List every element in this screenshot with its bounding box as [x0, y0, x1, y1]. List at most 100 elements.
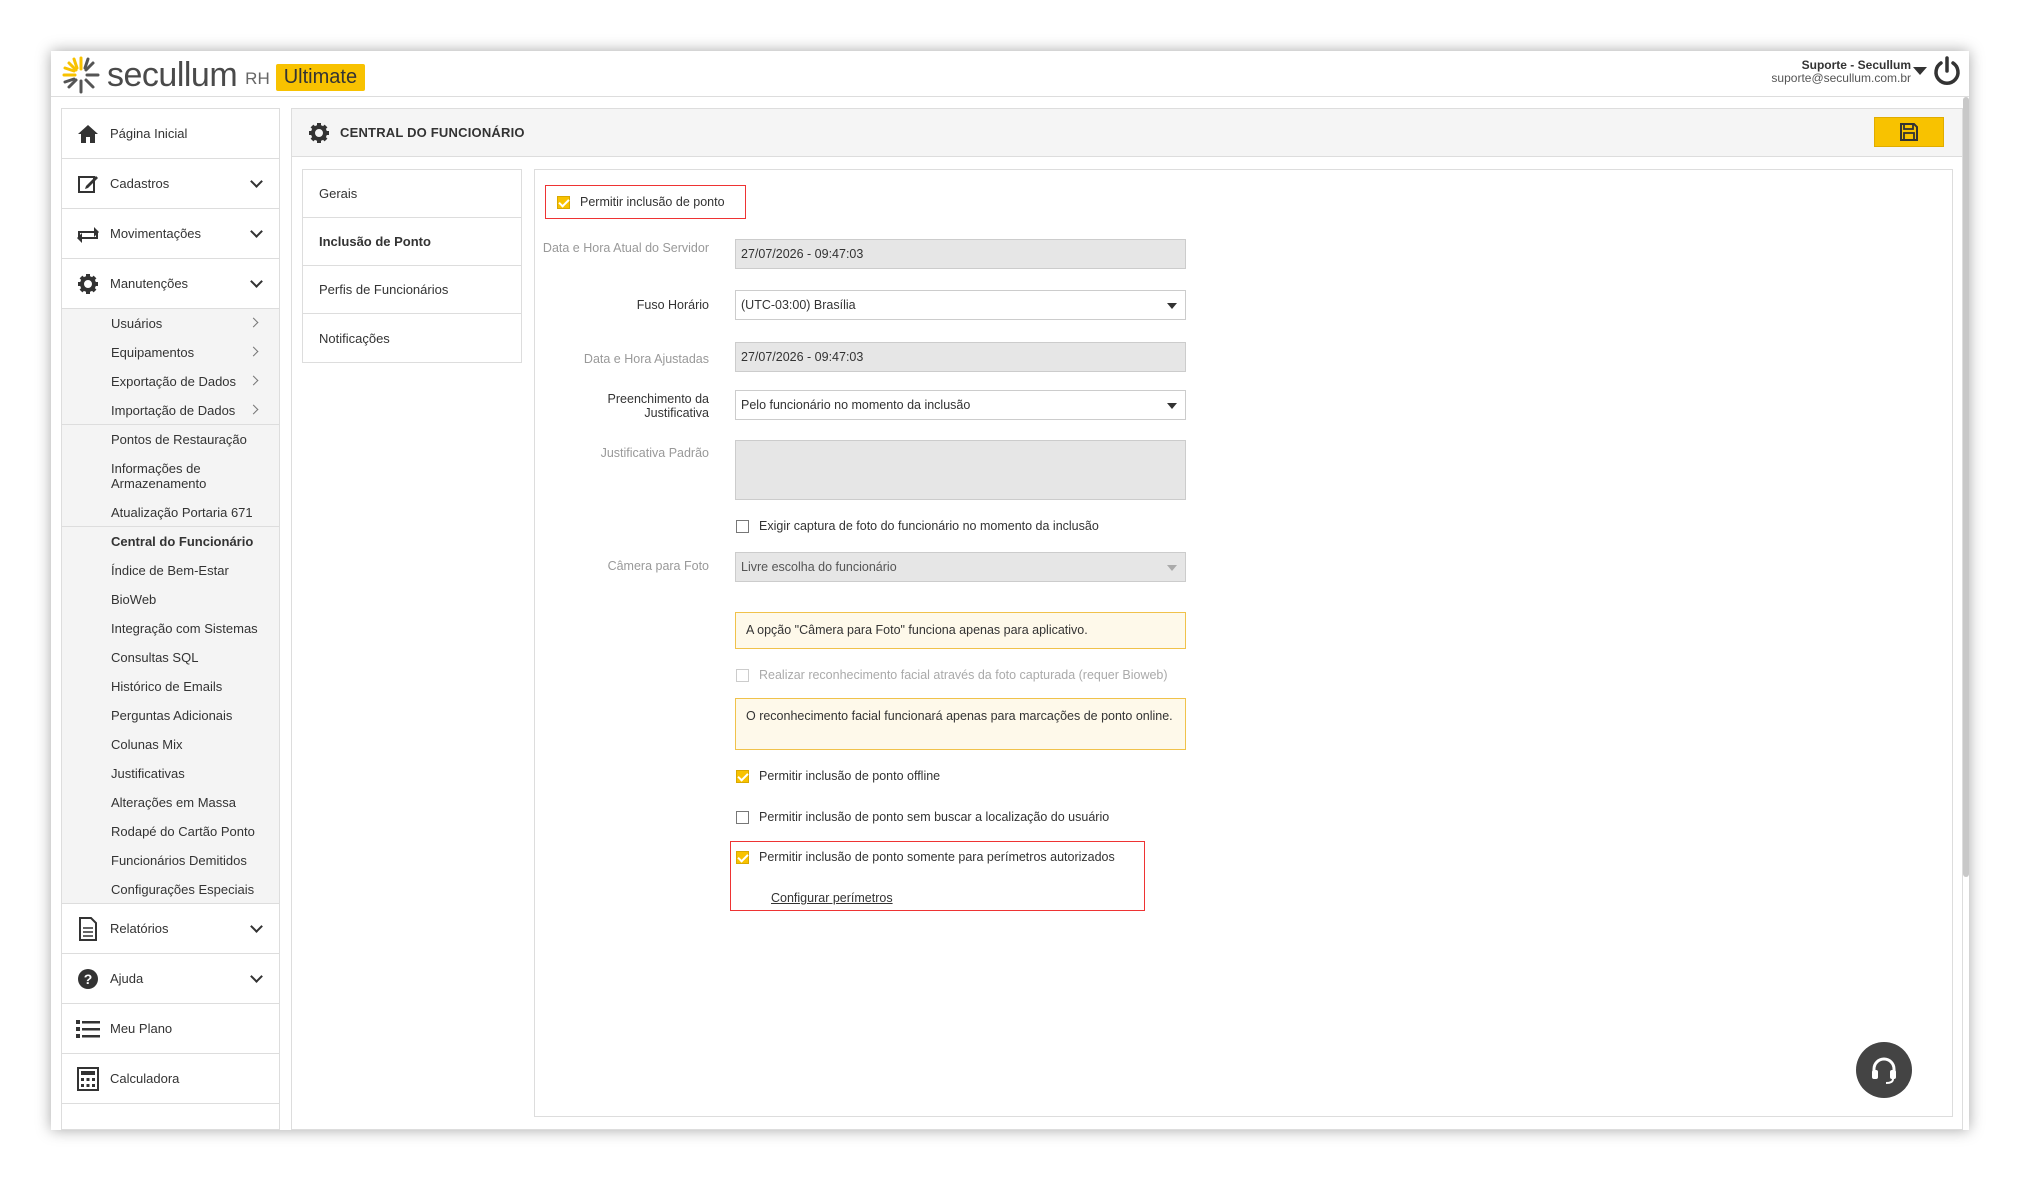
sidebar-subitem-usuarios[interactable]: Usuários — [62, 309, 279, 338]
tab-notificacoes[interactable]: Notificações — [303, 314, 521, 362]
subitem-label: Usuários — [111, 316, 163, 331]
justificativa-padrao-label: Justificativa Padrão — [600, 446, 709, 460]
subitem-label: Alterações em Massa — [111, 795, 236, 810]
logo[interactable]: secullum RH Ultimate — [61, 55, 366, 95]
permitir-inclusao-checkbox[interactable]: Permitir inclusão de ponto — [557, 195, 725, 209]
support-button[interactable] — [1856, 1042, 1912, 1098]
scrollbar[interactable] — [1963, 97, 1969, 877]
sidebar-subitem-portaria[interactable]: Atualização Portaria 671 — [62, 498, 279, 527]
sidebar-subitem-bem-estar[interactable]: Índice de Bem-Estar — [62, 556, 279, 585]
sidebar-item-cadastros[interactable]: Cadastros — [62, 159, 279, 209]
top-bar: secullum RH Ultimate Suporte - Secullum … — [51, 51, 1969, 97]
camera-foto-select: Livre escolha do funcionário — [735, 552, 1186, 582]
document-icon — [76, 916, 100, 941]
sidebar-subitem-justificativas[interactable]: Justificativas — [62, 759, 279, 788]
offline-checkbox[interactable]: Permitir inclusão de ponto offline — [736, 769, 940, 783]
data-hora-ajustadas-field: 27/07/2026 - 09:47:03 — [735, 342, 1186, 372]
swap-icon — [76, 222, 100, 246]
sidebar-subitem-demitidos[interactable]: Funcionários Demitidos — [62, 846, 279, 875]
tab-gerais[interactable]: Gerais — [303, 170, 521, 218]
sidebar-subitem-importacao[interactable]: Importação de Dados — [62, 396, 279, 425]
sidebar-item-meu-plano[interactable]: Meu Plano — [62, 1004, 279, 1054]
home-icon — [76, 122, 100, 146]
sidebar-subitem-bioweb[interactable]: BioWeb — [62, 585, 279, 614]
checkbox-label: Permitir inclusão de ponto sem buscar a … — [759, 810, 1110, 824]
page-title: CENTRAL DO FUNCIONÁRIO — [340, 125, 525, 140]
checkbox-checked[interactable] — [736, 850, 749, 864]
sidebar-subitem-consultas-sql[interactable]: Consultas SQL — [62, 643, 279, 672]
sidebar-item-ajuda[interactable]: ? Ajuda — [62, 954, 279, 1004]
sidebar-subitem-perguntas[interactable]: Perguntas Adicionais — [62, 701, 279, 730]
user-menu[interactable]: Suporte - Secullum suporte@secullum.com.… — [1771, 59, 1911, 85]
sidebar-subitem-rodape[interactable]: Rodapé do Cartão Ponto — [62, 817, 279, 846]
subitem-label: BioWeb — [111, 592, 157, 607]
sidebar-subitem-colunas-mix[interactable]: Colunas Mix — [62, 730, 279, 759]
subitem-label: Justificativas — [111, 766, 185, 781]
sidebar-subitem-equipamentos[interactable]: Equipamentos — [62, 338, 279, 367]
sidebar-item-movimentacoes[interactable]: Movimentações — [62, 209, 279, 259]
chevron-down-icon — [250, 225, 263, 238]
calculator-icon — [76, 1066, 100, 1091]
camera-foto-label: Câmera para Foto — [607, 559, 709, 573]
sidebar-subitem-central-funcionario[interactable]: Central do Funcionário — [62, 527, 279, 556]
select-value: Pelo funcionário no momento da inclusão — [741, 398, 971, 412]
sidebar-subitem-exportacao[interactable]: Exportação de Dados — [62, 367, 279, 396]
sidebar-subitem-alteracoes-massa[interactable]: Alterações em Massa — [62, 788, 279, 817]
logo-badge: Ultimate — [275, 63, 366, 91]
tab-label: Inclusão de Ponto — [319, 234, 431, 249]
subitem-label: Índice de Bem-Estar — [111, 563, 229, 578]
subitem-label: Integração com Sistemas — [111, 621, 258, 636]
sidebar-item-label: Meu Plano — [110, 1021, 173, 1036]
save-button[interactable] — [1874, 117, 1944, 147]
checkbox-label: Exigir captura de foto do funcionário no… — [759, 519, 1099, 533]
sidebar-item-label: Movimentações — [110, 226, 202, 241]
chevron-down-icon — [250, 175, 263, 188]
edit-icon — [76, 172, 100, 196]
dropdown-caret-icon — [1167, 565, 1177, 571]
subitem-label: Informações de Armazenamento — [111, 461, 207, 491]
sidebar-subitem-pontos-restauracao[interactable]: Pontos de Restauração — [62, 425, 279, 454]
user-email: suporte@secullum.com.br — [1771, 71, 1911, 85]
preenchimento-select[interactable]: Pelo funcionário no momento da inclusão — [735, 390, 1186, 420]
sidebar-item-calculadora[interactable]: Calculadora — [62, 1054, 279, 1104]
sidebar-item-relatorios[interactable]: Relatórios — [62, 904, 279, 954]
subitem-label: Exportação de Dados — [111, 374, 237, 389]
tab-inclusao-ponto[interactable]: Inclusão de Ponto — [303, 218, 521, 266]
sidebar-item-manutencoes[interactable]: Manutenções — [62, 259, 279, 309]
checkbox-checked[interactable] — [736, 769, 749, 783]
sidebar-item-label: Relatórios — [110, 921, 169, 936]
reconhecimento-facial-checkbox: Realizar reconhecimento facial através d… — [736, 668, 1168, 682]
checkbox-checked[interactable] — [557, 195, 570, 209]
power-icon[interactable] — [1931, 55, 1963, 87]
sidebar-subitem-historico-emails[interactable]: Histórico de Emails — [62, 672, 279, 701]
checkbox-label: Permitir inclusão de ponto offline — [759, 769, 941, 783]
fuso-horario-select[interactable]: (UTC-03:00) Brasília — [735, 290, 1186, 320]
app-window: secullum RH Ultimate Suporte - Secullum … — [51, 51, 1969, 1130]
checkbox-unchecked[interactable] — [736, 810, 749, 824]
svg-text:?: ? — [84, 971, 93, 987]
checkbox-unchecked[interactable] — [736, 519, 749, 533]
sidebar-item-pagina-inicial[interactable]: Página Inicial — [62, 109, 279, 159]
chevron-right-icon — [248, 317, 259, 328]
sidebar-subitem-integracao[interactable]: Integração com Sistemas — [62, 614, 279, 643]
sem-localizacao-checkbox[interactable]: Permitir inclusão de ponto sem buscar a … — [736, 810, 1109, 824]
headset-icon — [1872, 1057, 1896, 1084]
tab-label: Notificações — [319, 330, 390, 346]
select-value: (UTC-03:00) Brasília — [741, 298, 856, 312]
user-menu-caret-icon[interactable] — [1913, 67, 1927, 75]
sidebar-subitem-config-especiais[interactable]: Configurações Especiais — [62, 875, 279, 904]
select-value: Livre escolha do funcionário — [741, 560, 897, 574]
checkbox-label: Realizar reconhecimento facial através d… — [759, 668, 1168, 682]
fuso-horario-label: Fuso Horário — [636, 298, 709, 312]
tab-perfis-funcionarios[interactable]: Perfis de Funcionários — [303, 266, 521, 314]
sidebar-subitem-armazenamento[interactable]: Informações de Armazenamento — [62, 454, 279, 498]
subitem-label: Rodapé do Cartão Ponto — [111, 824, 255, 839]
data-hora-servidor-field: 27/07/2026 - 09:47:03 — [735, 239, 1186, 269]
subitem-label: Equipamentos — [111, 345, 195, 360]
exigir-foto-checkbox[interactable]: Exigir captura de foto do funcionário no… — [736, 519, 1099, 533]
tab-label: Gerais — [319, 186, 358, 201]
perimetros-checkbox[interactable]: Permitir inclusão de ponto somente para … — [736, 850, 1115, 864]
configurar-perimetros-link[interactable]: Configurar perímetros — [771, 891, 893, 905]
checkbox-label: Permitir inclusão de ponto — [580, 195, 725, 209]
gear-icon — [309, 122, 329, 143]
